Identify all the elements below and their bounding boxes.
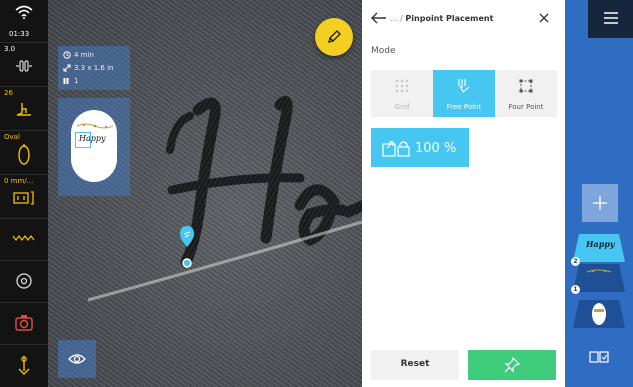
reset-button[interactable]: Reset bbox=[371, 350, 459, 380]
eye-icon bbox=[68, 354, 86, 364]
needle-position-cell[interactable] bbox=[0, 260, 48, 303]
layer-item-text[interactable]: Happy 2 bbox=[571, 233, 625, 266]
scale-lock-button[interactable]: 100 % bbox=[371, 128, 469, 167]
feed-value: 0 mm/... bbox=[4, 177, 34, 185]
layer-sidebar: Happy 2 1 bbox=[565, 0, 633, 387]
mode-label: Mode bbox=[371, 46, 396, 56]
stitch-time: 4 min bbox=[74, 51, 94, 59]
embroidery-canvas[interactable]: 4 min 3.3 x 1.6 in 1 Happy bbox=[48, 0, 362, 387]
bobbin-cell[interactable] bbox=[0, 344, 48, 387]
color-count: 1 bbox=[74, 77, 79, 85]
edit-button[interactable] bbox=[315, 18, 353, 56]
preview-text: Happy bbox=[79, 134, 106, 143]
thread-cell[interactable]: 26 bbox=[0, 86, 48, 131]
add-layer-button[interactable] bbox=[582, 184, 618, 222]
target-icon bbox=[16, 273, 32, 289]
vine-ornament-icon bbox=[76, 123, 114, 129]
zigzag-stitch-icon bbox=[12, 235, 35, 241]
plus-icon bbox=[593, 196, 607, 210]
mode-free-point-button[interactable]: Free Point bbox=[433, 70, 495, 117]
free-point-icon bbox=[458, 79, 470, 93]
layer-item-hoop[interactable] bbox=[573, 299, 625, 329]
scale-value: 100 % bbox=[415, 141, 457, 156]
visibility-toggle-button[interactable] bbox=[58, 340, 96, 378]
stitch-pattern-cell[interactable] bbox=[0, 218, 48, 261]
panel-header: ... / Pinpoint Placement bbox=[362, 0, 565, 36]
layer-badge: 1 bbox=[571, 285, 580, 294]
breadcrumb-prefix[interactable]: ... / bbox=[390, 14, 403, 23]
feed-dog-icon bbox=[13, 191, 34, 205]
mode-free-point-label: Free Point bbox=[446, 103, 482, 111]
design-info-panel: 4 min 3.3 x 1.6 in 1 bbox=[58, 46, 130, 90]
arrow-left-icon[interactable] bbox=[371, 12, 387, 24]
pinpoint-marker[interactable] bbox=[179, 225, 195, 269]
close-icon[interactable] bbox=[539, 13, 549, 23]
four-point-icon bbox=[519, 79, 533, 93]
grid-dots-icon bbox=[395, 79, 409, 93]
camera-icon bbox=[15, 315, 33, 331]
mode-four-point-label: Four Point bbox=[508, 103, 544, 111]
wifi-icon bbox=[15, 5, 33, 19]
menu-button[interactable] bbox=[588, 0, 633, 38]
mode-grid-button[interactable]: Grid bbox=[371, 70, 433, 117]
breadcrumb: ... / Pinpoint Placement bbox=[390, 14, 493, 23]
resize-icon bbox=[63, 64, 71, 72]
needle-threader-icon bbox=[18, 356, 30, 375]
hamburger-icon bbox=[604, 12, 618, 24]
pinpoint-placement-panel: ... / Pinpoint Placement Mode Grid Free … bbox=[362, 0, 565, 387]
layer-thumb bbox=[573, 264, 625, 292]
feed-cell[interactable]: 0 mm/... bbox=[0, 174, 48, 219]
camera-cell[interactable] bbox=[0, 302, 48, 345]
reset-label: Reset bbox=[400, 359, 430, 369]
time-label: 01:33 bbox=[9, 30, 30, 38]
pencil-icon bbox=[328, 30, 341, 43]
presser-foot-icon bbox=[16, 103, 31, 116]
mode-grid-label: Grid bbox=[394, 103, 410, 111]
hoop-cell[interactable]: Oval bbox=[0, 130, 48, 175]
status-rail: 01:33 3.0 26 Oval 0 mm/... bbox=[0, 0, 48, 387]
clock-icon bbox=[63, 51, 71, 59]
hoop-name: Oval bbox=[4, 133, 20, 141]
hoop-preview: Happy bbox=[71, 110, 117, 182]
layer-text: Happy bbox=[586, 239, 615, 249]
layer-thumb bbox=[573, 300, 625, 328]
page-title: Pinpoint Placement bbox=[405, 14, 494, 23]
stitch-length-value: 3.0 bbox=[4, 45, 16, 53]
scale-lock-icon bbox=[382, 141, 410, 157]
design-preview-panel[interactable]: Happy bbox=[58, 98, 130, 196]
pin-icon bbox=[504, 357, 520, 373]
layer-item-ornament[interactable]: 1 bbox=[571, 263, 625, 294]
thread-value: 26 bbox=[4, 89, 13, 97]
status-cell-wifi-time: 01:33 bbox=[0, 0, 48, 43]
design-size: 3.3 x 1.6 in bbox=[74, 64, 114, 72]
color-count-icon bbox=[63, 78, 69, 84]
set-pinpoint-button[interactable] bbox=[468, 350, 556, 380]
mode-four-point-button[interactable]: Four Point bbox=[495, 70, 557, 117]
oval-hoop-icon bbox=[18, 144, 30, 165]
stitch-length-icon bbox=[16, 60, 32, 72]
stitch-length-cell[interactable]: 3.0 bbox=[0, 42, 48, 87]
layer-view-toggle-icon[interactable] bbox=[589, 350, 609, 364]
